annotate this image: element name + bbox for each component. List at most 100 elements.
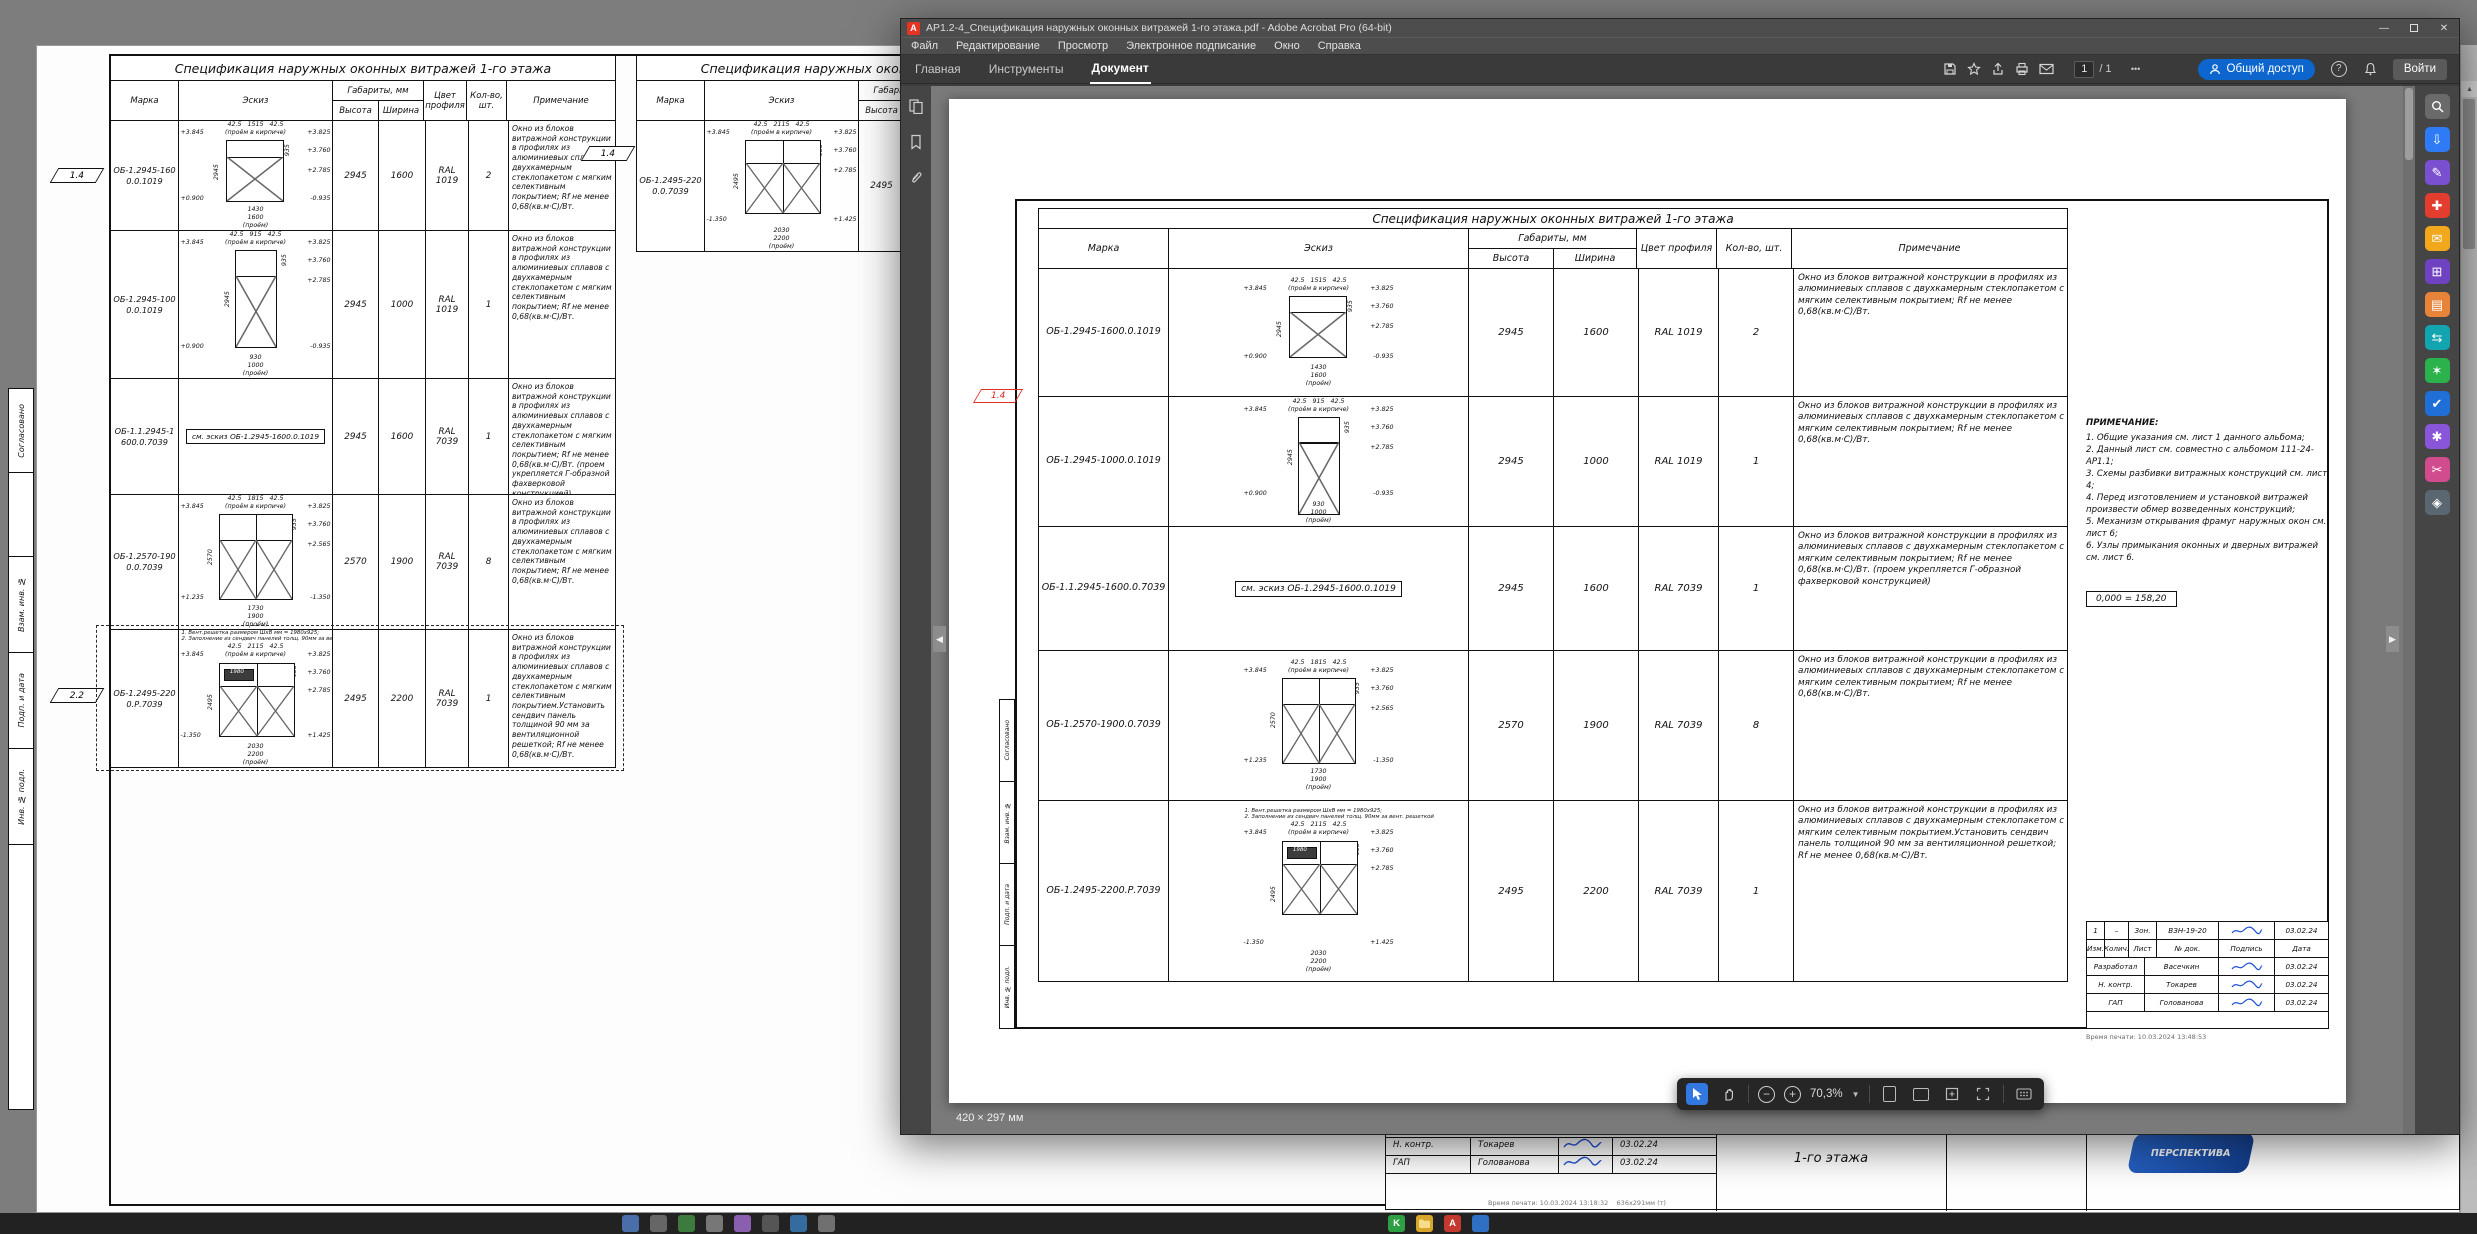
note-cell: Окно из блоков витражной конструкции в п… — [1794, 397, 2069, 526]
document-area[interactable]: Согласовано Взам. инв. № Подп. и дата Ин… — [931, 86, 2415, 1134]
share-access-button[interactable]: Общий доступ — [2198, 59, 2315, 80]
combine-files-tool-icon[interactable]: ⊞ — [2425, 259, 2450, 284]
comment-tool-icon[interactable]: ✉ — [2425, 226, 2450, 251]
menu-view[interactable]: Просмотр — [1058, 40, 1108, 52]
red-position-marker[interactable]: 1.4 — [973, 389, 1023, 403]
protect-tool-icon[interactable]: ✔ — [2425, 391, 2450, 416]
zoom-in-button[interactable]: + — [1784, 1086, 1801, 1103]
elev-label: +3.845 — [181, 652, 204, 658]
spec-table-1: Спецификация наружных оконных витражей 1… — [110, 55, 616, 768]
col-header-vysota: Высота — [859, 101, 905, 120]
col-header-gabarity: Габариты, мм Высота Ширина — [1469, 229, 1637, 268]
bookmarks-icon[interactable] — [909, 134, 923, 150]
fill-sign-tool-icon[interactable]: ✶ — [2425, 358, 2450, 383]
request-signatures-tool-icon[interactable]: ⇆ — [2425, 325, 2450, 350]
organize-pages-tool-icon[interactable]: ▤ — [2425, 292, 2450, 317]
stamp-cell: Подпись — [2219, 940, 2275, 957]
elevation-reference-box: 0,000 = 158,20 — [2086, 591, 2177, 607]
menu-esign[interactable]: Электронное подписание — [1126, 40, 1256, 52]
mark-cell: ОБ-1.2570-1900.0.7039 — [111, 495, 179, 629]
elev-label: +1.425 — [1370, 940, 1393, 946]
taskbar-app-icon[interactable] — [650, 1215, 667, 1232]
taskbar-icon-folder[interactable] — [1416, 1215, 1433, 1232]
next-page-arrow[interactable]: ▶ — [2386, 626, 2399, 652]
taskbar-app-icon[interactable] — [622, 1215, 639, 1232]
hand-tool-icon[interactable] — [1717, 1083, 1739, 1105]
taskbar-icon-app[interactable] — [1472, 1215, 1489, 1232]
menu-file[interactable]: Файл — [911, 40, 938, 52]
single-page-view-icon[interactable] — [1879, 1083, 1901, 1105]
fit-page-view-icon[interactable] — [1941, 1083, 1963, 1105]
taskbar-icon-acrobat[interactable]: A — [1444, 1215, 1461, 1232]
compress-tool-icon[interactable]: ✱ — [2425, 424, 2450, 449]
table-row: ОБ-1.2570-1900.0.7039 42.5 1815 42.5 +3.… — [111, 495, 615, 630]
elev-label: +3.825 — [307, 504, 330, 510]
print-icon[interactable] — [2010, 58, 2034, 80]
titlebar[interactable]: A АР1.2-4_Спецификация наружных оконных … — [901, 19, 2459, 37]
taskbar-app-icon[interactable] — [734, 1215, 751, 1232]
height-cell: 2945 — [1469, 397, 1554, 526]
scroll-up-arrow[interactable]: ▲ — [2461, 81, 2477, 97]
more-tools-button[interactable]: ••• — [2124, 58, 2148, 80]
minimize-button[interactable]: — — [2369, 19, 2399, 37]
zoom-level[interactable]: 70,3% — [1810, 1088, 1843, 1100]
stamp-tool-icon[interactable]: ✂ — [2425, 457, 2450, 482]
close-button[interactable]: ✕ — [2429, 19, 2459, 37]
window-drawing — [745, 140, 821, 214]
dim-label: 1000 — [247, 363, 263, 369]
notifications-bell-icon[interactable] — [2359, 58, 2383, 80]
select-tool-icon[interactable] — [1686, 1083, 1708, 1105]
dim-label: 2200 — [247, 752, 263, 758]
maximize-button[interactable] — [2399, 19, 2429, 37]
sign-in-button[interactable]: Войти — [2393, 59, 2447, 80]
tab-document[interactable]: Документ — [1090, 54, 1151, 84]
page-thumbnails-icon[interactable] — [908, 98, 924, 114]
menu-help[interactable]: Справка — [1318, 40, 1361, 52]
help-icon[interactable]: ? — [2331, 61, 2347, 77]
elev-label: -0.935 — [1373, 491, 1393, 497]
windows-taskbar[interactable]: K A — [0, 1213, 2477, 1234]
mail-icon[interactable] — [2034, 58, 2058, 80]
taskbar-app-icon[interactable] — [706, 1215, 723, 1232]
spec-table-title: Спецификация наружных оконных витражей 1… — [111, 56, 615, 81]
scrollbar-thumb[interactable] — [2463, 99, 2475, 249]
tab-home[interactable]: Главная — [913, 54, 963, 84]
menu-edit[interactable]: Редактирование — [956, 40, 1040, 52]
star-icon[interactable] — [1962, 58, 1986, 80]
pdf-scrollbar[interactable] — [2403, 86, 2415, 1134]
pdf-notes-block: ПРИМЕЧАНИЕ: 1. Общие указания см. лист 1… — [2086, 417, 2334, 564]
search-tool-icon[interactable] — [2425, 94, 2450, 119]
measure-tool-icon[interactable]: ◈ — [2425, 490, 2450, 515]
share-icon[interactable] — [1986, 58, 2010, 80]
taskbar-app-icon[interactable] — [678, 1215, 695, 1232]
zoom-out-button[interactable]: − — [1758, 1086, 1775, 1103]
signature — [2230, 997, 2264, 1009]
dim-label: 42.5 2115 42.5 — [753, 122, 809, 128]
elev-label: +3.845 — [1244, 407, 1267, 413]
edit-pdf-tool-icon[interactable]: ✎ — [2425, 160, 2450, 185]
background-app-scrollbar[interactable]: ▲ — [2460, 45, 2477, 1213]
fullscreen-view-icon[interactable] — [1972, 1083, 1994, 1105]
taskbar-app-icon[interactable] — [762, 1215, 779, 1232]
fit-width-view-icon[interactable] — [1910, 1083, 1932, 1105]
pdf-scrollbar-thumb[interactable] — [2405, 88, 2413, 160]
create-pdf-tool-icon[interactable]: ✚ — [2425, 193, 2450, 218]
page-number-input[interactable]: 1 — [2074, 61, 2094, 78]
page-controls-keypad-icon[interactable] — [2013, 1083, 2035, 1105]
zoom-dropdown-caret[interactable]: ▼ — [1852, 1090, 1860, 1099]
tab-tools[interactable]: Инструменты — [987, 54, 1066, 84]
taskbar-app-icon[interactable] — [790, 1215, 807, 1232]
taskbar-icon-antivirus[interactable]: K — [1388, 1215, 1405, 1232]
dim-label: 2495 — [733, 173, 739, 189]
save-icon[interactable] — [1938, 58, 1962, 80]
dim-label: 2495 — [1270, 886, 1276, 902]
taskbar-app-icon[interactable] — [818, 1215, 835, 1232]
color-cell: RAL 7039 — [1639, 651, 1719, 800]
note-cell: Окно из блоков витражной конструкции в п… — [509, 121, 617, 230]
elev-label: +3.845 — [181, 130, 204, 136]
previous-page-arrow[interactable]: ◀ — [933, 626, 946, 652]
print-info: Время печати: 10.03.2024 13:48:53 — [2086, 1033, 2206, 1041]
export-pdf-tool-icon[interactable]: ⇩ — [2425, 127, 2450, 152]
menu-window[interactable]: Окно — [1274, 40, 1300, 52]
attachments-paperclip-icon[interactable] — [909, 170, 923, 186]
